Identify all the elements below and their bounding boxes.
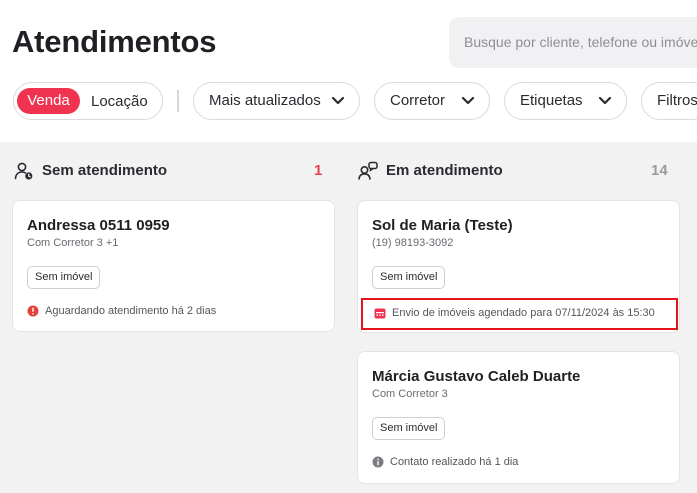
page-title: Atendimentos [12,24,217,59]
chevron-down-icon [331,96,345,105]
highlight-box [361,298,678,330]
lead-name: Márcia Gustavo Caleb Duarte [372,368,581,385]
property-tag: Sem imóvel [372,417,446,440]
info-icon [372,456,384,468]
lead-name: Andressa 0511 0959 [27,217,170,234]
lead-name: Sol de Maria (Teste) [372,217,513,234]
chevron-down-icon [598,96,612,105]
lead-phone: (19) 98193-3092 [372,237,454,249]
users-chat-icon [358,161,378,180]
search-input[interactable]: Busque por cliente, telefone ou imóvel [449,17,697,68]
page-header: Atendimentos Busque por cliente, telefon… [0,0,697,142]
property-tag: Sem imóvel [27,266,101,289]
tags-dropdown[interactable]: Etiquetas [504,82,627,120]
lead-card[interactable]: Márcia Gustavo Caleb Duarte Com Corretor… [357,351,680,484]
lead-card[interactable]: Andressa 0511 0959 Com Corretor 3 +1 Sem… [12,200,335,332]
lead-subtitle: Com Corretor 3 +1 [27,237,119,249]
toggle-locacao[interactable]: Locação [91,89,148,115]
broker-label: Corretor [390,92,446,109]
lead-subtitle: Com Corretor 3 [372,388,448,400]
user-clock-icon [14,162,33,180]
column-title: Sem atendimento [42,162,168,179]
column-count: 1 [314,162,323,179]
sort-dropdown[interactable]: Mais atualizados [193,82,360,120]
search-placeholder: Busque por cliente, telefone ou imóvel [464,34,697,50]
status-text: Aguardando atendimento há 2 dias [45,305,217,317]
column-count: 14 [651,162,668,179]
more-filters-button[interactable]: Filtros [641,82,697,120]
property-tag: Sem imóvel [372,266,446,289]
filter-divider [177,90,179,112]
toggle-venda[interactable]: Venda [17,88,80,114]
alert-icon [27,305,39,317]
sort-label: Mais atualizados [209,92,321,109]
broker-dropdown[interactable]: Corretor [374,82,490,120]
chevron-down-icon [461,96,475,105]
tags-label: Etiquetas [520,92,583,109]
status-text: Contato realizado há 1 dia [390,456,519,468]
transaction-type-toggle[interactable]: Venda Locação [13,82,163,120]
more-filters-label: Filtros [657,92,697,109]
column-title: Em atendimento [386,162,503,179]
